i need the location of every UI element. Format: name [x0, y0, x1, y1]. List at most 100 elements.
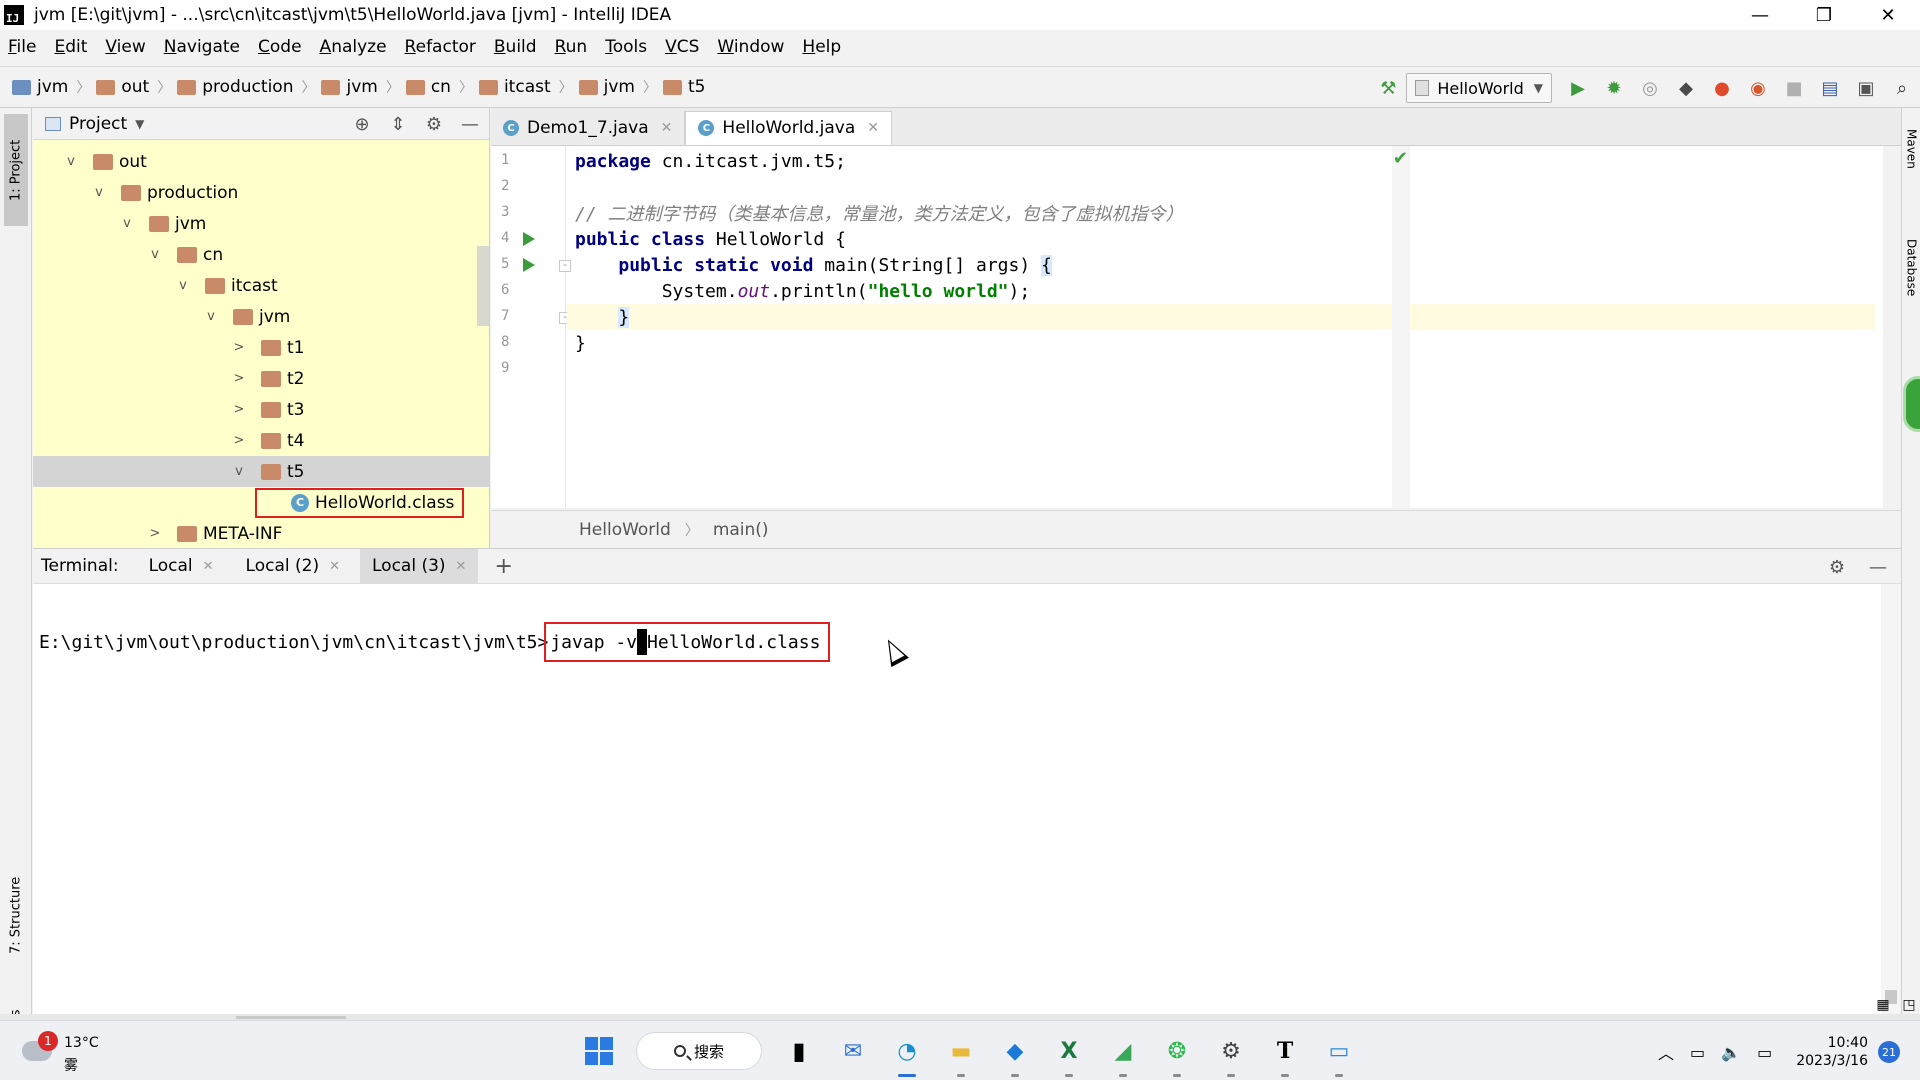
edge-browser-icon[interactable]: ◔ — [886, 1030, 928, 1077]
task-view-icon[interactable]: ▮ — [778, 1030, 820, 1072]
menu-tools[interactable]: Tools — [605, 37, 647, 57]
tree-item-meta-inf[interactable]: > META-INF — [33, 518, 490, 549]
tab-demo1-7[interactable]: C Demo1_7.java ✕ — [491, 111, 686, 145]
chevron-down-icon[interactable]: v — [63, 154, 79, 169]
system-clock[interactable]: 10:40 2023/3/16 — [1796, 1034, 1868, 1070]
editor-scrollbar[interactable]: ✔ — [1392, 146, 1410, 508]
restore-button[interactable]: ❐ — [1792, 0, 1856, 30]
nav-crumb-jvm-project[interactable]: jvm 〉 — [12, 77, 90, 97]
menu-view[interactable]: View — [105, 37, 145, 57]
typora-icon[interactable]: T — [1264, 1030, 1306, 1077]
menu-navigate[interactable]: Navigate — [164, 37, 240, 57]
settings-gear-icon[interactable]: ⚙ — [1210, 1030, 1252, 1077]
project-view-selector[interactable]: Project — [69, 114, 127, 134]
menu-run[interactable]: Run — [555, 37, 588, 57]
chevron-down-icon[interactable]: v — [119, 216, 135, 231]
hide-minus-icon[interactable]: — — [459, 113, 481, 135]
nav-crumb-production[interactable]: production 〉 — [177, 77, 315, 97]
run-icon[interactable]: ▶ — [1567, 77, 1589, 99]
tab-helloworld[interactable]: C HelloWorld.java ✕ — [685, 111, 892, 145]
nav-crumb-jvm[interactable]: jvm 〉 — [321, 77, 400, 97]
grid-icon[interactable]: ▦ — [1872, 994, 1894, 1016]
notes-app-icon[interactable]: ◢ — [1102, 1030, 1144, 1077]
tree-item-jvm[interactable]: v jvm — [33, 208, 490, 239]
plugin-red-icon[interactable]: ● — [1711, 77, 1733, 99]
taskbar-search[interactable]: 搜索 — [636, 1032, 762, 1070]
tool-tab-project[interactable]: 1: Project — [4, 114, 28, 226]
start-button[interactable] — [578, 1030, 620, 1072]
tree-item-t2[interactable]: > t2 — [33, 363, 490, 394]
terminal-scrollbar[interactable] — [1881, 584, 1901, 1014]
blue-app-icon[interactable]: ◆ — [994, 1030, 1036, 1077]
terminal-tab-local-2[interactable]: Local (2) ✕ — [234, 549, 352, 583]
horizontal-scrollbar[interactable] — [236, 1016, 346, 1019]
floating-assistant-icon[interactable] — [1903, 376, 1920, 432]
tree-item-jvm-2[interactable]: v jvm — [33, 301, 490, 332]
fold-marker-icon[interactable]: - — [559, 260, 571, 272]
chevron-down-icon[interactable]: v — [147, 247, 163, 262]
volume-icon[interactable]: 🔈 — [1721, 1043, 1741, 1062]
wechat-icon[interactable]: ❂ — [1156, 1030, 1198, 1077]
close-tab-icon[interactable]: ✕ — [661, 120, 673, 136]
code-editor[interactable]: 1 2 3 4 5 6 7 8 9 - - package cn.itcast.… — [491, 146, 1883, 508]
nav-crumb-t5[interactable]: t5 — [662, 77, 705, 97]
chevron-down-icon[interactable]: ▼ — [135, 117, 144, 131]
tree-item-t1[interactable]: > t1 — [33, 332, 490, 363]
mail-icon[interactable]: ✉ — [832, 1030, 874, 1072]
new-terminal-plus-icon[interactable]: + — [494, 554, 512, 579]
notification-badge[interactable]: 21 — [1878, 1041, 1900, 1063]
plugin-orange-icon[interactable]: ◉ — [1747, 77, 1769, 99]
chevron-up-icon[interactable]: ︿ — [1658, 1040, 1674, 1064]
hide-minus-icon[interactable]: — — [1869, 557, 1887, 578]
chevron-down-icon[interactable]: v — [91, 185, 107, 200]
tree-item-cn[interactable]: v cn — [33, 239, 490, 270]
breadcrumb-method[interactable]: main() — [713, 520, 769, 540]
menu-help[interactable]: Help — [802, 37, 841, 57]
menu-refactor[interactable]: Refactor — [405, 37, 476, 57]
nav-crumb-jvm-2[interactable]: jvm 〉 — [578, 77, 657, 97]
terminal-tab-local[interactable]: Local ✕ — [137, 549, 226, 583]
gear-icon[interactable]: ⚙ — [1829, 557, 1845, 578]
tree-item-out[interactable]: v out — [33, 146, 490, 177]
window-layout-icon[interactable]: ▣ — [1855, 77, 1877, 99]
tree-scrollbar[interactable] — [477, 246, 489, 326]
remote-desktop-icon[interactable]: ▭ — [1318, 1030, 1360, 1077]
profile-icon[interactable]: ◆ — [1675, 77, 1697, 99]
menu-analyze[interactable]: Analyze — [320, 37, 387, 57]
inspection-ok-check-icon[interactable]: ✔ — [1393, 148, 1408, 169]
close-tab-icon[interactable]: ✕ — [456, 559, 467, 574]
run-configuration-select[interactable]: HelloWorld ▼ — [1406, 73, 1552, 103]
tree-item-t3[interactable]: > t3 — [33, 394, 490, 425]
menu-build[interactable]: Build — [494, 37, 537, 57]
terminal-tab-local-3[interactable]: Local (3) ✕ — [360, 549, 479, 583]
minimize-button[interactable]: — — [1728, 0, 1792, 30]
stop-icon[interactable]: ■ — [1783, 77, 1805, 99]
chevron-right-icon[interactable]: > — [231, 371, 247, 386]
chevron-right-icon[interactable]: > — [147, 526, 163, 541]
tool-tab-structure[interactable]: 7: Structure — [4, 860, 28, 970]
terminal-area[interactable]: E:\git\jvm\out\production\jvm\cn\itcast\… — [33, 584, 1881, 1014]
file-explorer-icon[interactable]: ▬ — [940, 1030, 982, 1077]
weather-widget[interactable]: 1 13°C 雾 — [22, 1031, 122, 1074]
tree-item-helloworld-class[interactable]: C HelloWorld.class — [33, 487, 490, 518]
menu-file[interactable]: File — [8, 37, 36, 57]
menu-window[interactable]: Window — [717, 37, 784, 57]
tree-item-itcast[interactable]: v itcast — [33, 270, 490, 301]
chevron-down-icon[interactable]: v — [231, 464, 247, 479]
close-tab-icon[interactable]: ✕ — [329, 559, 340, 574]
battery-icon[interactable]: ▭ — [1757, 1043, 1772, 1062]
nav-crumb-out[interactable]: out 〉 — [96, 77, 171, 97]
chevron-right-icon[interactable]: > — [231, 402, 247, 417]
chevron-down-icon[interactable]: v — [203, 309, 219, 324]
tree-item-t4[interactable]: > t4 — [33, 425, 490, 456]
chevron-right-icon[interactable]: > — [231, 340, 247, 355]
network-icon[interactable]: ▭ — [1690, 1043, 1705, 1062]
nav-crumb-cn[interactable]: cn 〉 — [405, 77, 473, 97]
excel-icon[interactable]: X — [1048, 1030, 1090, 1077]
project-structure-icon[interactable]: ▤ — [1819, 77, 1841, 99]
run-gutter-icon[interactable] — [523, 232, 535, 246]
collapse-all-icon[interactable]: ⇕ — [387, 113, 409, 135]
chevron-down-icon[interactable]: v — [175, 278, 191, 293]
coverage-icon[interactable]: ◎ — [1639, 77, 1661, 99]
tool-tab-database[interactable]: Database — [1903, 218, 1920, 318]
